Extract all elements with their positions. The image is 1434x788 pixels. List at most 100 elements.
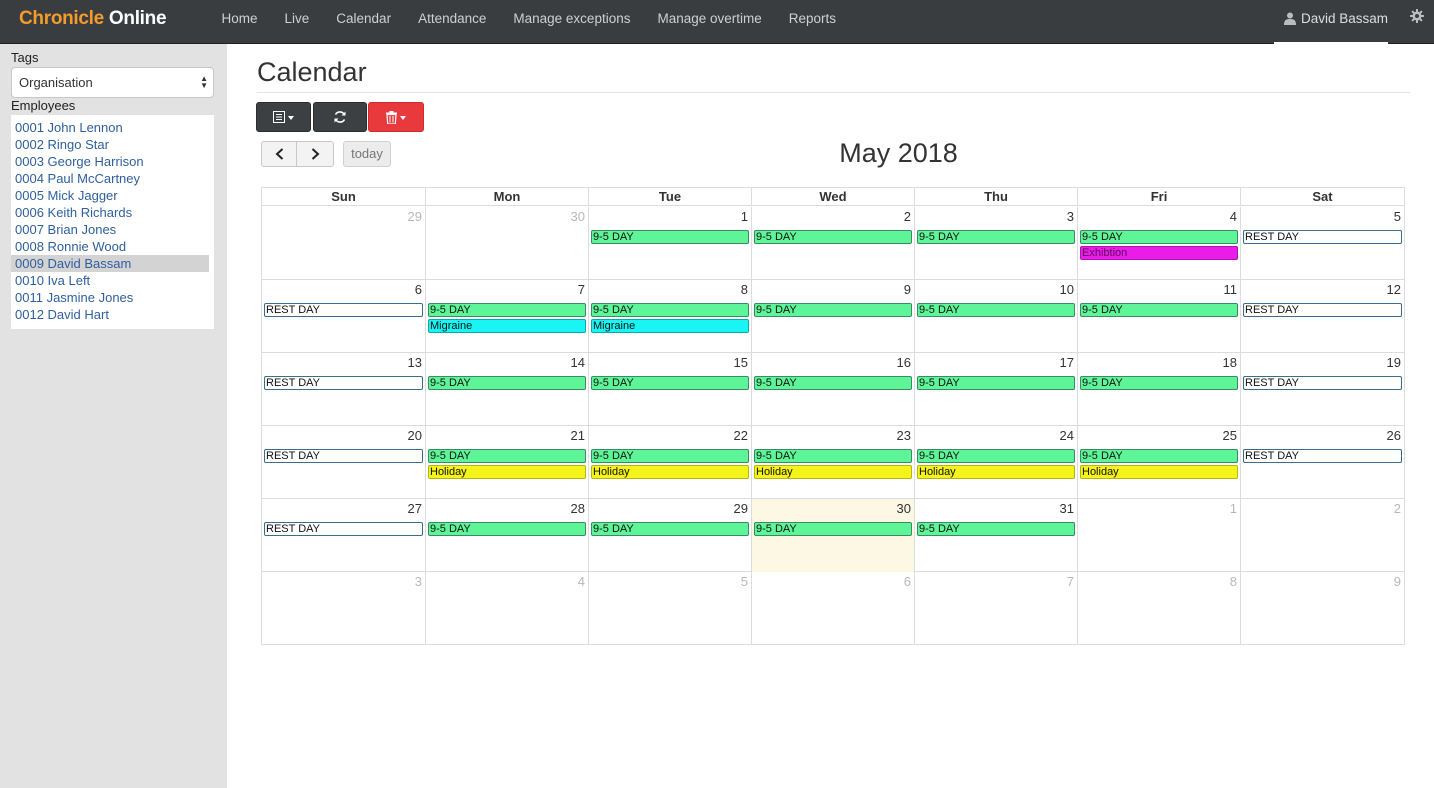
calendar-day[interactable]: 1 (1078, 499, 1241, 572)
calendar-event-rest[interactable]: REST DAY (264, 376, 423, 390)
calendar-event-exhibition[interactable]: Exhibtion (1080, 246, 1238, 260)
calendar-event-work[interactable]: 9-5 DAY (428, 303, 586, 317)
nav-calendar[interactable]: Calendar (323, 0, 405, 44)
calendar-day[interactable]: 15 9-5 DAY (589, 353, 752, 426)
calendar-day[interactable]: 26 REST DAY (1241, 426, 1404, 499)
calendar-event-work[interactable]: 9-5 DAY (428, 449, 586, 463)
nav-reports[interactable]: Reports (775, 0, 849, 44)
calendar-day[interactable]: 28 9-5 DAY (426, 499, 589, 572)
nav-manage-exceptions[interactable]: Manage exceptions (500, 0, 644, 44)
calendar-event-rest[interactable]: REST DAY (1243, 449, 1402, 463)
calendar-event-work[interactable]: 9-5 DAY (917, 522, 1075, 536)
calendar-day[interactable]: 2 (1241, 499, 1404, 572)
calendar-day[interactable]: 16 9-5 DAY (752, 353, 915, 426)
user-menu[interactable]: David Bassam (1283, 0, 1388, 37)
employee-list-item[interactable]: 0005 Mick Jagger (11, 187, 209, 204)
calendar-event-rest[interactable]: REST DAY (1243, 303, 1402, 317)
calendar-day[interactable]: 12 REST DAY (1241, 280, 1404, 353)
employee-list-item[interactable]: 0009 David Bassam (11, 255, 209, 272)
calendar-day[interactable]: 7 (915, 572, 1078, 645)
employee-list-item[interactable]: 0002 Ringo Star (11, 136, 209, 153)
calendar-event-work[interactable]: 9-5 DAY (1080, 230, 1238, 244)
calendar-event-work[interactable]: 9-5 DAY (917, 303, 1075, 317)
employee-list[interactable]: 0001 John Lennon 0002 Ringo Star 0003 Geor… (11, 115, 214, 329)
employee-list-item[interactable]: 0007 Brian Jones (11, 221, 209, 238)
calendar-day[interactable]: 11 9-5 DAY (1078, 280, 1241, 353)
calendar-day[interactable]: 3 (262, 572, 426, 645)
calendar-day[interactable]: 20 REST DAY (262, 426, 426, 499)
prev-month-button[interactable] (261, 141, 297, 167)
brand-logo[interactable]: Chronicle Online (19, 8, 167, 30)
calendar-day[interactable]: 4 9-5 DAY Exhibtion (1078, 207, 1241, 280)
calendar-day[interactable]: 29 (262, 207, 426, 280)
calendar-day[interactable]: 6 REST DAY (262, 280, 426, 353)
calendar-day[interactable]: 8 (1078, 572, 1241, 645)
calendar-event-work[interactable]: 9-5 DAY (428, 522, 586, 536)
calendar-day[interactable]: 4 (426, 572, 589, 645)
view-menu-button[interactable] (256, 102, 311, 132)
calendar-event-migraine[interactable]: Migraine (591, 319, 749, 333)
calendar-event-work[interactable]: 9-5 DAY (917, 230, 1075, 244)
refresh-button[interactable] (313, 102, 367, 132)
calendar-event-rest[interactable]: REST DAY (264, 522, 423, 536)
calendar-day[interactable]: 9 (1241, 572, 1404, 645)
calendar-event-work[interactable]: 9-5 DAY (591, 449, 749, 463)
nav-live[interactable]: Live (271, 0, 323, 44)
calendar-day[interactable]: 3 9-5 DAY (915, 207, 1078, 280)
employee-list-item[interactable]: 0011 Jasmine Jones (11, 289, 209, 306)
next-month-button[interactable] (297, 141, 334, 167)
calendar-event-holiday[interactable]: Holiday (917, 465, 1075, 479)
calendar-event-holiday[interactable]: Holiday (428, 465, 586, 479)
calendar-event-holiday[interactable]: Holiday (591, 465, 749, 479)
calendar-day[interactable]: 8 9-5 DAY Migraine (589, 280, 752, 353)
calendar-day[interactable]: 14 9-5 DAY (426, 353, 589, 426)
calendar-event-work[interactable]: 9-5 DAY (591, 303, 749, 317)
calendar-event-work[interactable]: 9-5 DAY (754, 449, 912, 463)
calendar-day[interactable]: 5 (589, 572, 752, 645)
delete-menu-button[interactable] (368, 102, 424, 132)
calendar-event-work[interactable]: 9-5 DAY (754, 522, 912, 536)
calendar-day[interactable]: 30 (426, 207, 589, 280)
calendar-day[interactable]: 23 9-5 DAY Holiday (752, 426, 915, 499)
calendar-event-work[interactable]: 9-5 DAY (917, 376, 1075, 390)
employee-list-item[interactable]: 0004 Paul McCartney (11, 170, 209, 187)
employee-list-item[interactable]: 0008 Ronnie Wood (11, 238, 209, 255)
calendar-event-work[interactable]: 9-5 DAY (1080, 303, 1238, 317)
calendar-day[interactable]: 25 9-5 DAY Holiday (1078, 426, 1241, 499)
employee-list-item[interactable]: 0012 David Hart (11, 306, 209, 323)
calendar-event-work[interactable]: 9-5 DAY (1080, 449, 1238, 463)
calendar-event-work[interactable]: 9-5 DAY (591, 522, 749, 536)
calendar-event-work[interactable]: 9-5 DAY (591, 376, 749, 390)
calendar-day-today[interactable]: 30 9-5 DAY (752, 499, 915, 572)
tags-select[interactable]: Organisation ▲ ▼ (11, 67, 214, 98)
nav-manage-overtime[interactable]: Manage overtime (644, 0, 775, 44)
calendar-event-work[interactable]: 9-5 DAY (1080, 376, 1238, 390)
calendar-event-work[interactable]: 9-5 DAY (591, 230, 749, 244)
employee-list-item[interactable]: 0010 Iva Left (11, 272, 209, 289)
employee-list-item[interactable]: 0006 Keith Richards (11, 204, 209, 221)
nav-attendance[interactable]: Attendance (405, 0, 500, 44)
calendar-event-holiday[interactable]: Holiday (754, 465, 912, 479)
calendar-day[interactable]: 2 9-5 DAY (752, 207, 915, 280)
gear-icon[interactable] (1410, 9, 1424, 23)
calendar-day[interactable]: 13 REST DAY (262, 353, 426, 426)
calendar-day[interactable]: 1 9-5 DAY (589, 207, 752, 280)
calendar-event-rest[interactable]: REST DAY (1243, 230, 1402, 244)
calendar-day[interactable]: 9 9-5 DAY (752, 280, 915, 353)
calendar-event-work[interactable]: 9-5 DAY (917, 449, 1075, 463)
calendar-day[interactable]: 21 9-5 DAY Holiday (426, 426, 589, 499)
calendar-event-migraine[interactable]: Migraine (428, 319, 586, 333)
calendar-day[interactable]: 31 9-5 DAY (915, 499, 1078, 572)
nav-home[interactable]: Home (208, 0, 271, 44)
today-button[interactable]: today (343, 141, 391, 167)
calendar-day[interactable]: 7 9-5 DAY Migraine (426, 280, 589, 353)
calendar-event-work[interactable]: 9-5 DAY (754, 303, 912, 317)
calendar-day[interactable]: 27 REST DAY (262, 499, 426, 572)
calendar-day[interactable]: 5 REST DAY (1241, 207, 1404, 280)
calendar-day[interactable]: 22 9-5 DAY Holiday (589, 426, 752, 499)
employee-list-item[interactable]: 0001 John Lennon (11, 119, 209, 136)
calendar-event-work[interactable]: 9-5 DAY (428, 376, 586, 390)
calendar-event-rest[interactable]: REST DAY (264, 303, 423, 317)
calendar-event-rest[interactable]: REST DAY (264, 449, 423, 463)
calendar-day[interactable]: 29 9-5 DAY (589, 499, 752, 572)
